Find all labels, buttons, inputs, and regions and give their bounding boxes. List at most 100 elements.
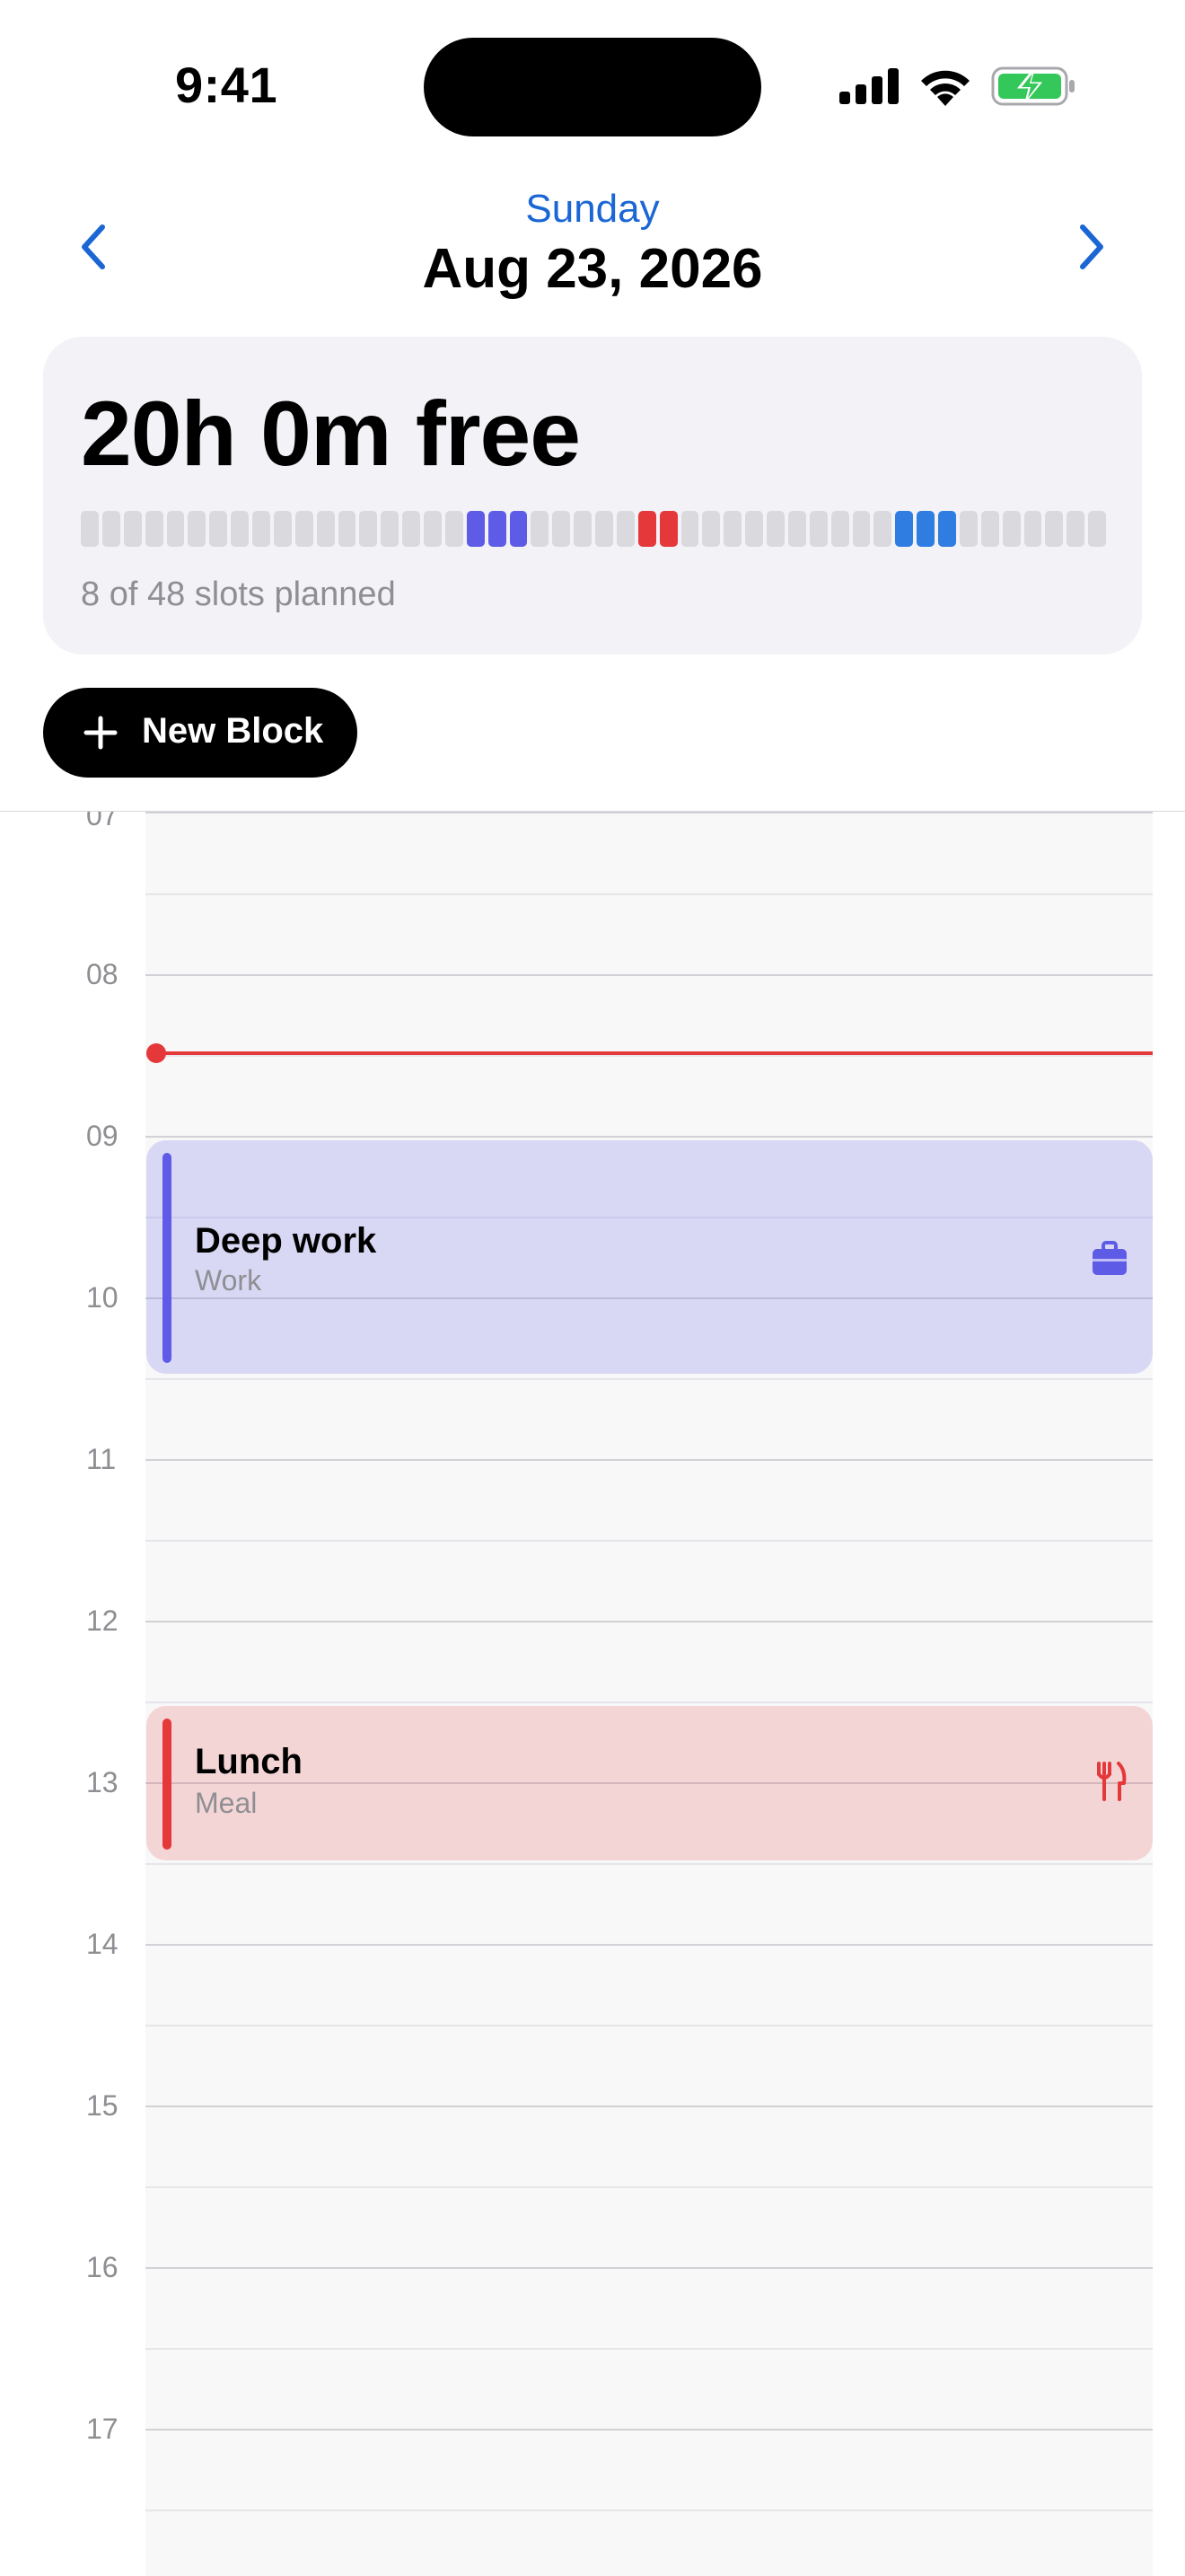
hour-line [145, 1136, 1153, 1138]
slot-cell-meal [659, 511, 678, 547]
slot-cell-empty [145, 511, 163, 547]
hour-label: 16 [86, 2251, 118, 2283]
chevron-right-icon [1080, 224, 1103, 269]
slot-usage-bar [81, 511, 1106, 547]
slot-cell-empty [809, 511, 828, 547]
day-timeline[interactable]: 07 08 09 10 11 12 13 14 15 16 17 Deep wo… [0, 811, 1185, 2576]
hour-line [145, 1459, 1153, 1461]
slot-cell-empty [252, 511, 270, 547]
slot-cell-work [466, 511, 485, 547]
half-hour-line [145, 2348, 1153, 2350]
slot-cell-empty [745, 511, 763, 547]
hour-label: 14 [86, 1928, 118, 1960]
slot-cell-empty [680, 511, 699, 547]
cellular-signal-icon [839, 68, 899, 104]
slot-cell-empty [338, 511, 356, 547]
hour-label: 17 [86, 2413, 118, 2445]
slot-cell-empty [980, 511, 999, 547]
header-weekday: Sunday [525, 187, 660, 231]
slot-cell-empty [209, 511, 228, 547]
slot-cell-empty [231, 511, 249, 547]
half-hour-line [145, 2510, 1153, 2511]
event-category: Work [195, 1264, 262, 1297]
slot-cell-empty [852, 511, 871, 547]
status-time: 9:41 [175, 57, 278, 113]
half-hour-line [145, 1701, 1153, 1703]
new-block-label: New Block [142, 711, 324, 751]
slot-cell-work [487, 511, 506, 547]
slot-cell-empty [101, 511, 120, 547]
slot-cell-empty [166, 511, 185, 547]
hour-label: 09 [86, 1120, 118, 1152]
half-hour-line [145, 893, 1153, 895]
half-hour-line [145, 1540, 1153, 1542]
slot-cell-meal [637, 511, 656, 547]
event-title: Lunch [195, 1742, 303, 1781]
event-color-bar [162, 1153, 171, 1363]
hour-label: 13 [86, 1766, 118, 1798]
half-hour-line [145, 2025, 1153, 2027]
slot-cell-empty [1002, 511, 1021, 547]
slot-cell-empty [1088, 511, 1106, 547]
slot-cell-empty [787, 511, 806, 547]
wifi-icon [921, 70, 970, 106]
current-time-dot [146, 1043, 166, 1063]
hour-label: 12 [86, 1605, 118, 1637]
slot-cell-empty [424, 511, 442, 547]
hour-label: 10 [86, 1281, 118, 1314]
slot-cell-empty [724, 511, 742, 547]
slot-cell-empty [1066, 511, 1085, 547]
slot-cell-work [509, 511, 528, 547]
slot-cell-empty [359, 511, 378, 547]
hour-line [145, 812, 1153, 813]
battery-charging-icon [991, 66, 1075, 106]
event-block-lunch[interactable]: Lunch Meal [146, 1706, 1153, 1860]
current-time-line [154, 1051, 1153, 1055]
slot-cell-empty [616, 511, 635, 547]
slot-cell-empty [767, 511, 785, 547]
slot-cell-empty [188, 511, 206, 547]
hour-line [145, 1621, 1153, 1622]
slot-cell-other [895, 511, 914, 547]
half-hour-line [145, 1055, 1153, 1057]
half-hour-line [145, 1378, 1153, 1380]
slot-cell-empty [830, 511, 849, 547]
slot-cell-other [917, 511, 935, 547]
fork-knife-icon [1097, 1762, 1127, 1801]
slot-cell-empty [959, 511, 978, 547]
next-day-button[interactable] [1059, 215, 1122, 278]
slots-planned-count: 8 of 48 slots planned [81, 576, 396, 613]
hour-line [145, 2267, 1153, 2269]
event-color-bar [162, 1719, 171, 1850]
slot-cell-empty [531, 511, 549, 547]
hour-label: 07 [86, 811, 118, 831]
slot-cell-empty [873, 511, 892, 547]
hour-line [145, 2106, 1153, 2107]
slot-cell-empty [574, 511, 592, 547]
hour-line [145, 2429, 1153, 2431]
slot-cell-empty [273, 511, 292, 547]
hour-label: 15 [86, 2089, 118, 2122]
timeline-grid [145, 812, 1153, 2576]
half-hour-line [145, 1863, 1153, 1865]
slot-cell-empty [123, 511, 142, 547]
slot-cell-empty [381, 511, 399, 547]
event-title: Deep work [195, 1221, 377, 1261]
free-time-total: 20h 0m free [81, 382, 581, 485]
status-bar: 9:41 [0, 0, 1185, 171]
event-block-deep-work[interactable]: Deep work Work [146, 1140, 1153, 1374]
slot-cell-empty [316, 511, 335, 547]
slot-cell-empty [1045, 511, 1064, 547]
slot-cell-empty [294, 511, 313, 547]
event-category: Meal [195, 1787, 258, 1819]
new-block-button[interactable]: New Block [43, 688, 357, 778]
slot-cell-empty [1023, 511, 1042, 547]
summary-card: 20h 0m free 8 of 48 slots planned [43, 337, 1142, 655]
slot-cell-empty [81, 511, 99, 547]
slot-cell-empty [444, 511, 463, 547]
dynamic-island [424, 38, 761, 136]
slot-cell-empty [552, 511, 571, 547]
hour-label: 11 [86, 1443, 117, 1475]
hour-label: 08 [86, 958, 118, 990]
slot-cell-other [938, 511, 956, 547]
